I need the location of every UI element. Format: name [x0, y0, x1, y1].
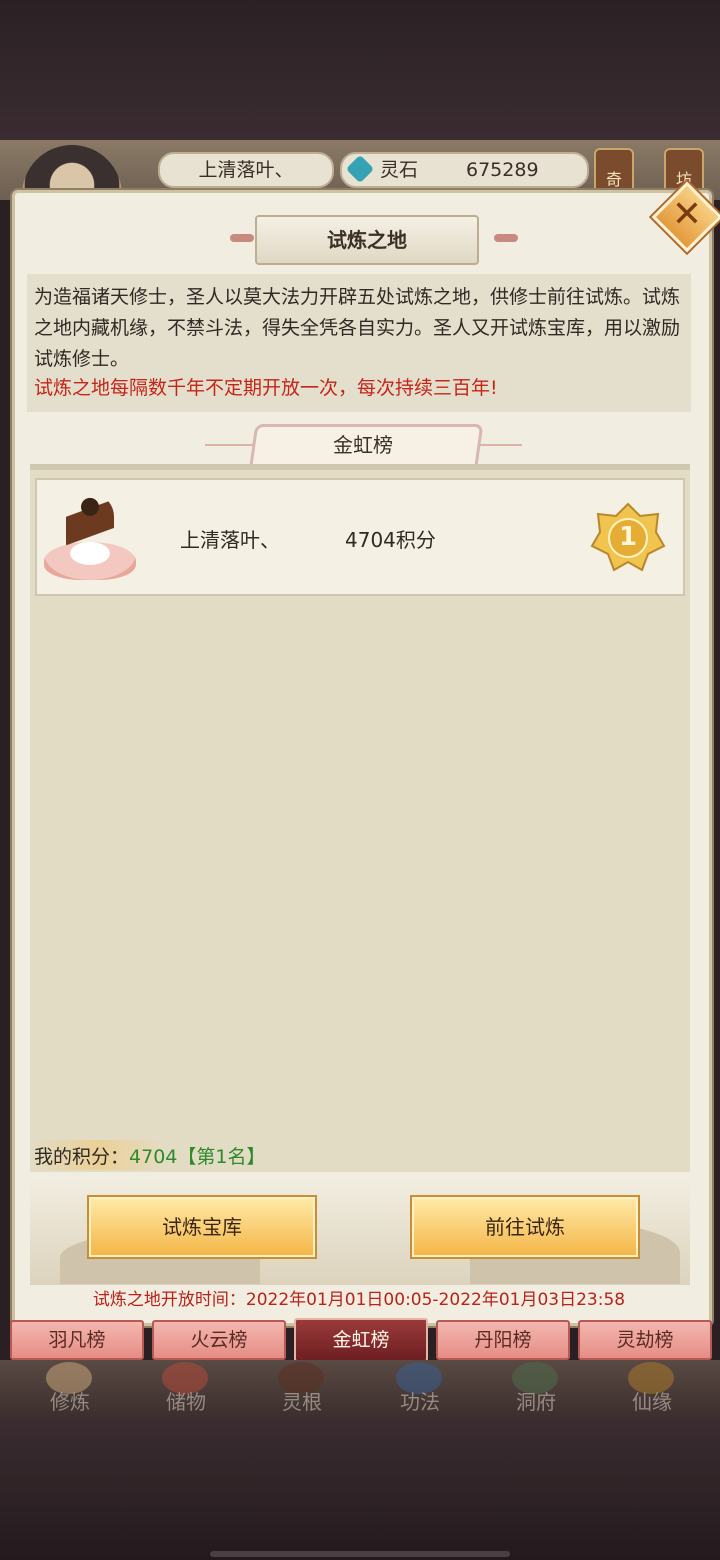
nav-cave[interactable]: 洞府 [486, 1360, 586, 1420]
ranking-title-line-right [474, 444, 522, 446]
tab-lingjie[interactable]: 灵劫榜 [578, 1320, 712, 1360]
bottom-background [0, 1420, 720, 1560]
currency-value: 675289 [466, 159, 539, 181]
cultivator-icon [66, 495, 114, 549]
tab-jinhong[interactable]: 金虹榜 [294, 1318, 428, 1362]
tab-danyang[interactable]: 丹阳榜 [436, 1320, 570, 1360]
open-time: 试炼之地开放时间：2022年01月01日00:05-2022年01月03日23:… [92, 1290, 626, 1310]
tab-yufan[interactable]: 羽凡榜 [10, 1320, 144, 1360]
home-indicator[interactable] [210, 1551, 510, 1557]
rank-player-name: 上清落叶、 [180, 528, 280, 552]
nav-spirit-root[interactable]: 灵根 [252, 1360, 352, 1420]
rank-number: 1 [618, 522, 638, 552]
ranking-title: 金虹榜 [333, 433, 393, 457]
spirit-stone-icon [345, 154, 375, 184]
rank-score: 4704积分 [345, 528, 436, 552]
close-icon[interactable]: ✕ [662, 190, 712, 240]
treasury-button[interactable]: 试炼宝库 [89, 1197, 315, 1257]
nav-fortune[interactable]: 仙缘 [602, 1360, 702, 1420]
top-background [0, 0, 720, 140]
nav-cultivate[interactable]: 修炼 [20, 1360, 120, 1420]
nav-storage[interactable]: 储物 [136, 1360, 236, 1420]
player-name: 上清落叶、 [158, 152, 334, 188]
ranking-title-line-left [205, 444, 253, 446]
side-tab-qi[interactable]: 奇 [594, 148, 634, 196]
my-score-label: 我的积分： [34, 1146, 130, 1168]
title-plate-cap-left [230, 234, 254, 242]
title-plate-cap-right [494, 234, 518, 242]
go-trial-button[interactable]: 前往试炼 [412, 1197, 638, 1257]
nav-technique[interactable]: 功法 [370, 1360, 470, 1420]
currency-label: 灵石 [380, 159, 419, 181]
dialog-description: 为造福诸天修士，圣人以莫大法力开辟五处试炼之地，供修士前往试炼。试炼之地内藏机缘… [34, 286, 681, 370]
my-score-value: 4704【第1名】 [129, 1146, 266, 1168]
tab-huoyun[interactable]: 火云榜 [152, 1320, 286, 1360]
rank-avatar [44, 486, 136, 582]
currency-display: 灵石 675289 [340, 152, 589, 188]
dialog-notice: 试炼之地每隔数千年不定期开放一次，每次持续三百年! [34, 377, 498, 399]
my-score: 我的积分：4704【第1名】 [34, 1141, 265, 1173]
dialog-title: 试炼之地 [255, 215, 479, 265]
